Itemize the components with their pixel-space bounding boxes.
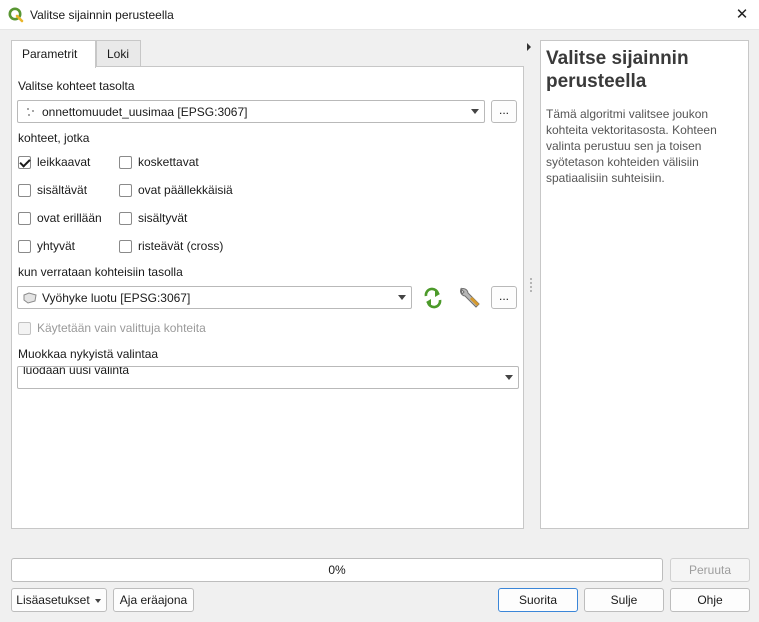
advanced-button[interactable]: Lisäasetukset <box>11 588 107 612</box>
checkbox-box <box>18 239 31 253</box>
intersect-layer-browse-button[interactable]: ... <box>491 286 517 309</box>
iterate-icon[interactable] <box>421 287 445 309</box>
polygon-layer-icon <box>23 292 37 304</box>
predicate-touch-checkbox[interactable]: koskettavat <box>119 155 199 169</box>
selected-only-checkbox[interactable]: Käytetään vain valittuja kohteita <box>18 321 206 335</box>
input-layer-browse-button[interactable]: ... <box>491 100 517 123</box>
predicate-label: yhtyvät <box>37 239 76 253</box>
title-bar: Valitse sijainnin perusteella ✕ <box>0 0 759 30</box>
checkbox-box <box>18 211 31 225</box>
predicate-cross-checkbox[interactable]: risteävät (cross) <box>119 239 223 253</box>
predicate-overlap-checkbox[interactable]: ovat päällekkäisiä <box>119 183 233 197</box>
predicate-intersect-checkbox[interactable]: leikkaavat <box>18 155 90 169</box>
chevron-down-icon <box>398 295 406 300</box>
select-from-label: Valitse kohteet tasolta <box>18 79 135 93</box>
predicate-equal-checkbox[interactable]: yhtyvät <box>18 239 75 253</box>
modify-selection-combo[interactable]: luodaan uusi valinta <box>17 366 519 389</box>
compare-label: kun verrataan kohteisiin tasolla <box>18 265 183 279</box>
input-layer-combo[interactable]: onnettomuudet_uusimaa [EPSG:3067] <box>17 100 485 123</box>
collapse-help-arrow-icon[interactable] <box>527 43 531 51</box>
modify-selection-value: luodaan uusi valinta <box>23 366 130 377</box>
predicate-contain-checkbox[interactable]: sisältävät <box>18 183 87 197</box>
checkbox-box <box>119 239 132 253</box>
predicate-label: sisältävät <box>37 183 88 197</box>
wrench-icon[interactable] <box>456 286 482 310</box>
chevron-down-icon <box>471 109 479 114</box>
predicate-label: ovat päällekkäisiä <box>138 183 233 197</box>
help-panel: Valitse sijainnin perusteella Tämä algor… <box>540 40 749 529</box>
intersect-layer-value: Vyöhyke luotu [EPSG:3067] <box>42 291 191 305</box>
where-label: kohteet, jotka <box>18 131 90 145</box>
run-as-batch-button[interactable]: Aja eräajona <box>113 588 194 612</box>
close-window-button[interactable]: ✕ <box>731 4 753 26</box>
cancel-button[interactable]: Peruuta <box>670 558 750 582</box>
modify-selection-label: Muokkaa nykyistä valintaa <box>18 347 159 361</box>
checkbox-box <box>119 155 132 169</box>
progress-bar: 0% <box>11 558 663 582</box>
splitter-handle[interactable] <box>530 278 532 292</box>
checkbox-box <box>119 211 132 225</box>
help-title: Valitse sijainnin perusteella <box>546 48 689 92</box>
point-layer-icon <box>27 108 34 116</box>
predicate-label: ovat erillään <box>37 211 102 225</box>
run-button[interactable]: Suorita <box>498 588 578 612</box>
predicate-label: sisältyvät <box>138 211 188 225</box>
predicate-label: koskettavat <box>138 155 199 169</box>
checkbox-box <box>18 321 31 335</box>
selected-only-label: Käytetään vain valittuja kohteita <box>37 321 206 335</box>
checkbox-box <box>18 183 31 197</box>
window-title: Valitse sijainnin perusteella <box>30 8 174 22</box>
checkbox-box <box>18 155 31 169</box>
tab-log[interactable]: Loki <box>96 40 141 67</box>
parameters-panel: Valitse kohteet tasolta onnettomuudet_uu… <box>11 66 524 529</box>
predicate-label: leikkaavat <box>37 155 91 169</box>
predicate-within-checkbox[interactable]: sisältyvät <box>119 211 187 225</box>
chevron-down-icon <box>95 599 101 603</box>
intersect-layer-combo[interactable]: Vyöhyke luotu [EPSG:3067] <box>17 286 412 309</box>
predicate-label: risteävät (cross) <box>138 239 224 253</box>
input-layer-value: onnettomuudet_uusimaa [EPSG:3067] <box>42 105 248 119</box>
qgis-logo-icon <box>8 7 24 23</box>
advanced-label: Lisäasetukset <box>16 593 90 607</box>
checkbox-box <box>119 183 132 197</box>
help-description: Tämä algoritmi valitsee joukon kohteita … <box>546 107 717 185</box>
help-button[interactable]: Ohje <box>670 588 750 612</box>
close-button[interactable]: Sulje <box>584 588 664 612</box>
chevron-down-icon <box>505 375 513 380</box>
predicate-disjoint-checkbox[interactable]: ovat erillään <box>18 211 102 225</box>
tab-parameters[interactable]: Parametrit <box>11 40 96 68</box>
